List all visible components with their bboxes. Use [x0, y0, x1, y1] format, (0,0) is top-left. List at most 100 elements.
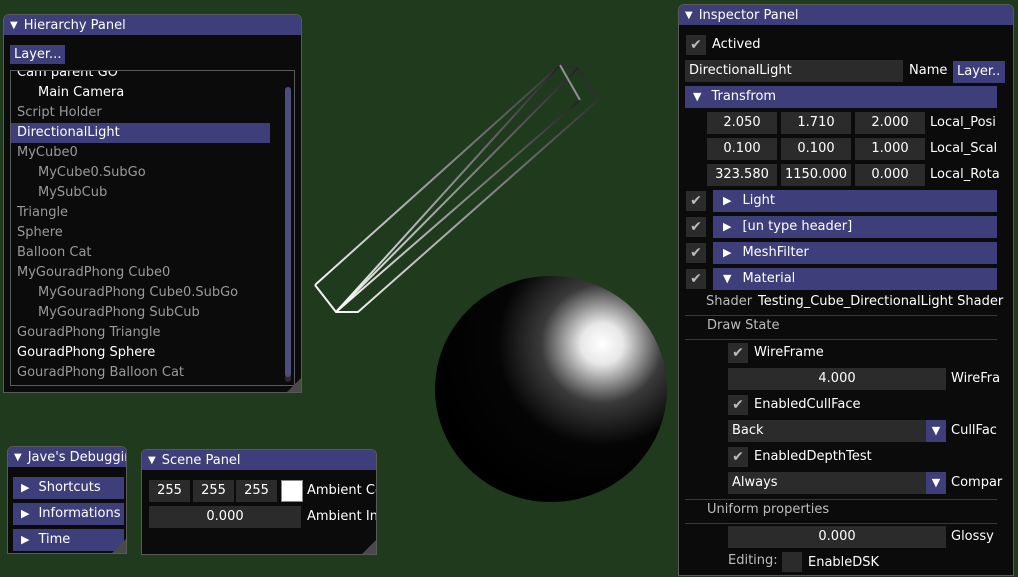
depthtest-checkbox[interactable]: ✔ [728, 447, 748, 467]
expand-triangle-icon: ▶ [21, 533, 30, 546]
ambient-color-swatch[interactable] [281, 480, 303, 502]
resize-grip[interactable] [112, 539, 126, 553]
position-z-field[interactable]: 2.000 [855, 112, 925, 134]
scene-panel: ▼ Scene Panel 255 255 255 Ambient Co 0.0… [141, 449, 377, 555]
shader-value: Testing_Cube_DirectionalLight Shader [758, 294, 1004, 309]
hierarchy-item[interactable]: Triangle [11, 203, 294, 223]
transform-header-label: Transfrom [711, 89, 777, 104]
hierarchy-item[interactable]: MyGouradPhong SubCub [11, 303, 294, 323]
hierarchy-panel: ▼ Hierarchy Panel Layer... Cam parent GO… [3, 14, 302, 393]
separator [685, 499, 997, 500]
rotation-z-field[interactable]: 0.000 [855, 164, 925, 186]
hierarchy-item[interactable]: MyCube0.SubGo [11, 163, 294, 183]
hierarchy-item[interactable]: GouradPhong Triangle [11, 323, 294, 343]
editing-label: Editing: [728, 553, 778, 568]
light-enable-checkbox[interactable]: ✔ [686, 191, 706, 211]
scale-y-field[interactable]: 0.100 [781, 138, 851, 160]
separator [685, 339, 997, 340]
light-header[interactable]: ▶ Light [713, 190, 997, 212]
hierarchy-item[interactable]: GouradPhong Balloon Cat [11, 363, 294, 383]
scale-x-field[interactable]: 0.100 [707, 138, 777, 160]
debug-title-bar[interactable]: ▼ Jave's Debugging [8, 447, 126, 467]
scene-title-bar[interactable]: ▼ Scene Panel [142, 450, 376, 470]
separator [685, 523, 997, 524]
hierarchy-item[interactable]: DirectionalLight [11, 123, 270, 143]
expand-triangle-icon: ▶ [723, 246, 732, 259]
enabledsk-checkbox[interactable] [782, 552, 802, 572]
cullface-combo[interactable]: Back [728, 420, 926, 442]
hierarchy-item[interactable]: MyGouradPhong Cube0 [11, 263, 294, 283]
rotation-x-field[interactable]: 323.580 [707, 164, 777, 186]
actived-checkbox[interactable]: ✔ [686, 35, 706, 55]
debug-item-label: Time [38, 532, 71, 547]
inspector-panel: ▼ Inspector Panel ✔ Actived DirectionalL… [678, 4, 1014, 576]
transform-header[interactable]: ▼ Transfrom [685, 86, 997, 108]
gourad-phong-sphere [435, 276, 667, 502]
directional-light-gizmo [314, 63, 600, 313]
hierarchy-item[interactable]: Sphere [11, 223, 294, 243]
position-y-field[interactable]: 1.710 [781, 112, 851, 134]
hierarchy-item[interactable]: MyCube0 [11, 143, 294, 163]
scale-z-field[interactable]: 1.000 [855, 138, 925, 160]
expand-triangle-icon: ▶ [21, 481, 30, 494]
collapse-triangle-icon[interactable]: ▼ [685, 10, 693, 21]
hierarchy-scrollbar-thumb[interactable] [285, 87, 291, 377]
chevron-down-icon[interactable]: ▼ [926, 472, 946, 494]
ambient-color-g-field[interactable]: 255 [193, 480, 234, 502]
cullface-checkbox[interactable]: ✔ [728, 395, 748, 415]
hierarchy-title-bar[interactable]: ▼ Hierarchy Panel [4, 15, 301, 35]
debug-title: Jave's Debugging [27, 449, 126, 465]
debug-item-informations[interactable]: ▶ Informations [13, 503, 124, 525]
name-input[interactable]: DirectionalLight [685, 60, 903, 82]
meshfilter-header[interactable]: ▶ MeshFilter [713, 242, 997, 264]
depthtest-combo[interactable]: Always [728, 472, 926, 494]
untype-header[interactable]: ▶ [un type header] [713, 216, 997, 238]
uniform-properties-label: Uniform properties [707, 502, 830, 517]
collapse-triangle-icon[interactable]: ▼ [14, 452, 22, 463]
enabledsk-label: EnableDSK [808, 555, 880, 570]
local-rotation-label: Local_Rota [930, 167, 1000, 182]
debug-item-shortcuts[interactable]: ▶ Shortcuts [13, 477, 124, 499]
wireframe-checkbox[interactable]: ✔ [728, 343, 748, 363]
resize-grip[interactable] [362, 540, 376, 554]
position-x-field[interactable]: 2.050 [707, 112, 777, 134]
ambient-intensity-field[interactable]: 0.000 [149, 506, 301, 528]
material-header[interactable]: ▼ Material [713, 268, 997, 290]
collapse-triangle-icon[interactable]: ▼ [10, 20, 18, 31]
inspector-title: Inspector Panel [698, 7, 799, 23]
hierarchy-item[interactable]: Main Camera [11, 83, 294, 103]
hierarchy-item[interactable]: Script Holder [11, 103, 294, 123]
name-label: Name [909, 63, 948, 78]
cullface-label: EnabledCullFace [754, 397, 861, 412]
inspector-title-bar[interactable]: ▼ Inspector Panel [679, 5, 1013, 25]
resize-grip[interactable] [287, 378, 301, 392]
expand-triangle-icon: ▶ [21, 507, 30, 520]
glossy-label: Glossy [951, 529, 994, 544]
material-enable-checkbox[interactable]: ✔ [686, 269, 706, 289]
chevron-down-icon[interactable]: ▼ [926, 420, 946, 442]
hierarchy-item[interactable]: MySubCub [11, 183, 294, 203]
depthtest-label: EnabledDepthTest [754, 449, 872, 464]
meshfilter-header-label: MeshFilter [742, 245, 809, 260]
meshfilter-enable-checkbox[interactable]: ✔ [686, 243, 706, 263]
rotation-y-field[interactable]: 1150.000 [781, 164, 851, 186]
separator [685, 315, 997, 316]
untype-enable-checkbox[interactable]: ✔ [686, 217, 706, 237]
layer-button[interactable]: Layer... [10, 45, 66, 64]
inspector-layer-button[interactable]: Layer.. [953, 61, 1005, 83]
hierarchy-tree[interactable]: Cam parent GO Main Camera Script Holder Dir… [10, 70, 295, 386]
ambient-color-b-field[interactable]: 255 [236, 480, 277, 502]
wireframe-field-label: WireFra [951, 371, 1001, 386]
ambient-color-r-field[interactable]: 255 [149, 480, 190, 502]
glossy-field[interactable]: 0.000 [728, 526, 946, 548]
hierarchy-item[interactable]: GouradPhong Sphere [11, 343, 294, 363]
hierarchy-item[interactable]: Cam parent GO [11, 71, 294, 83]
scene-title: Scene Panel [161, 452, 241, 468]
actived-label: Actived [712, 37, 761, 52]
collapse-triangle-icon[interactable]: ▼ [148, 455, 156, 466]
hierarchy-item[interactable]: Balloon Cat [11, 243, 294, 263]
hierarchy-item[interactable]: MyGouradPhong Cube0.SubGo [11, 283, 294, 303]
wireframe-width-field[interactable]: 4.000 [728, 368, 946, 390]
hierarchy-scrollbar[interactable] [285, 87, 291, 382]
debug-item-time[interactable]: ▶ Time [13, 529, 124, 551]
